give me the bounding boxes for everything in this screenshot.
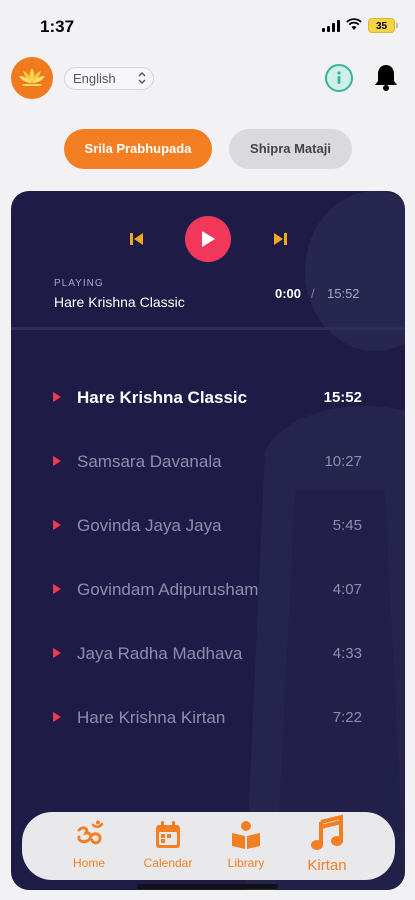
track-title: Samsara Davanala — [77, 452, 222, 471]
play-icon — [202, 231, 215, 247]
total-time: 15:52 — [327, 286, 360, 301]
language-select[interactable]: English — [64, 67, 154, 90]
track-duration: 7:22 — [332, 709, 362, 726]
music-note-icon — [311, 814, 343, 850]
next-track-button[interactable] — [272, 231, 288, 247]
nav-label: Home — [72, 856, 105, 870]
chevron-updown-icon — [138, 72, 146, 84]
play-arrow-icon — [53, 456, 61, 466]
bell-icon[interactable] — [372, 62, 400, 92]
status-bar: 1:37 35 — [0, 0, 415, 50]
track-title: Govinda Jaya Jaya — [77, 516, 222, 535]
info-button[interactable] — [325, 64, 353, 92]
info-icon — [337, 71, 341, 84]
signal-icon — [322, 20, 340, 32]
wifi-icon — [346, 18, 362, 30]
track-item[interactable]: Samsara Davanala 10:27 — [11, 443, 405, 483]
track-duration: 10:27 — [324, 453, 362, 470]
tab-shipra-mataji[interactable]: Shipra Mataji — [229, 129, 352, 169]
track-title: Jaya Radha Madhava — [77, 644, 243, 663]
language-value: English — [73, 71, 116, 86]
nav-kirtan[interactable]: Kirtan — [287, 812, 367, 880]
track-title: Hare Krishna Classic — [77, 388, 248, 407]
home-indicator — [137, 884, 278, 889]
player-card: PLAYING Hare Krishna Classic 0:00 / 15:5… — [11, 191, 405, 890]
elapsed-time: 0:00 — [275, 286, 302, 301]
time-separator: / — [311, 286, 315, 301]
track-duration: 4:07 — [332, 581, 362, 598]
battery-tip — [396, 23, 398, 28]
lotus-logo-icon[interactable] — [11, 57, 53, 99]
track-title: Hare Krishna Kirtan — [77, 708, 226, 727]
nav-home[interactable]: Home — [49, 812, 129, 880]
track-item[interactable]: Govindam Adipurusham 4:07 — [11, 571, 405, 611]
bottom-nav: Home Calendar Library Kirtan — [22, 812, 395, 880]
play-arrow-icon — [53, 520, 61, 530]
om-icon — [77, 820, 104, 845]
track-duration: 4:33 — [332, 645, 362, 662]
track-duration: 15:52 — [323, 389, 362, 406]
track-item[interactable]: Govinda Jaya Jaya 5:45 — [11, 507, 405, 547]
nav-library[interactable]: Library — [206, 812, 286, 880]
track-duration: 5:45 — [332, 517, 362, 534]
track-title: Govindam Adipurusham — [77, 580, 259, 599]
lotus-icon — [19, 68, 45, 86]
track-item[interactable]: Hare Krishna Kirtan 7:22 — [11, 699, 405, 739]
nav-label: Calendar — [143, 856, 193, 870]
divider — [11, 327, 405, 330]
tab-srila-prabhupada[interactable]: Srila Prabhupada — [64, 129, 212, 169]
nav-label: Library — [227, 856, 265, 870]
nav-calendar[interactable]: Calendar — [128, 812, 208, 880]
track-item[interactable]: Jaya Radha Madhava 4:33 — [11, 635, 405, 675]
play-arrow-icon — [53, 584, 61, 594]
track-item[interactable]: Hare Krishna Classic 15:52 — [11, 379, 405, 419]
now-playing-title: Hare Krishna Classic — [54, 294, 185, 310]
play-arrow-icon — [53, 648, 61, 658]
playing-status-label: PLAYING — [54, 278, 104, 289]
play-button[interactable] — [185, 216, 231, 262]
status-time: 1:37 — [40, 17, 75, 36]
book-reader-icon — [232, 821, 260, 849]
play-arrow-icon — [53, 392, 61, 402]
nav-label: Kirtan — [307, 857, 347, 874]
battery-icon: 35 — [368, 18, 395, 33]
previous-track-button[interactable] — [129, 231, 145, 247]
play-arrow-icon — [53, 712, 61, 722]
calendar-icon — [156, 821, 180, 848]
